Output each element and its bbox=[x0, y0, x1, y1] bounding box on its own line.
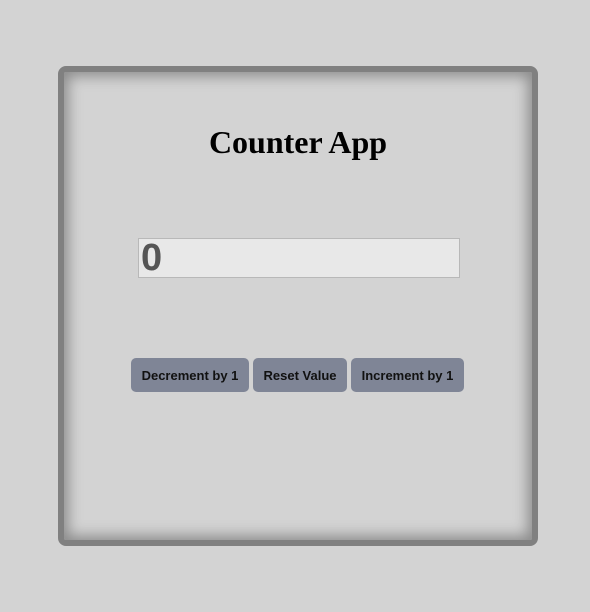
app-title: Counter App bbox=[208, 124, 388, 160]
button-row: Decrement by 1 Reset Value Increment by … bbox=[131, 358, 464, 392]
decrement-button[interactable]: Decrement by 1 bbox=[131, 358, 249, 392]
reset-button[interactable]: Reset Value bbox=[253, 358, 347, 392]
increment-button[interactable]: Increment by 1 bbox=[351, 358, 464, 392]
counter-display[interactable]: 0 bbox=[138, 238, 460, 278]
counter-card: Counter App 0 Decrement by 1 Reset Value… bbox=[58, 66, 538, 546]
